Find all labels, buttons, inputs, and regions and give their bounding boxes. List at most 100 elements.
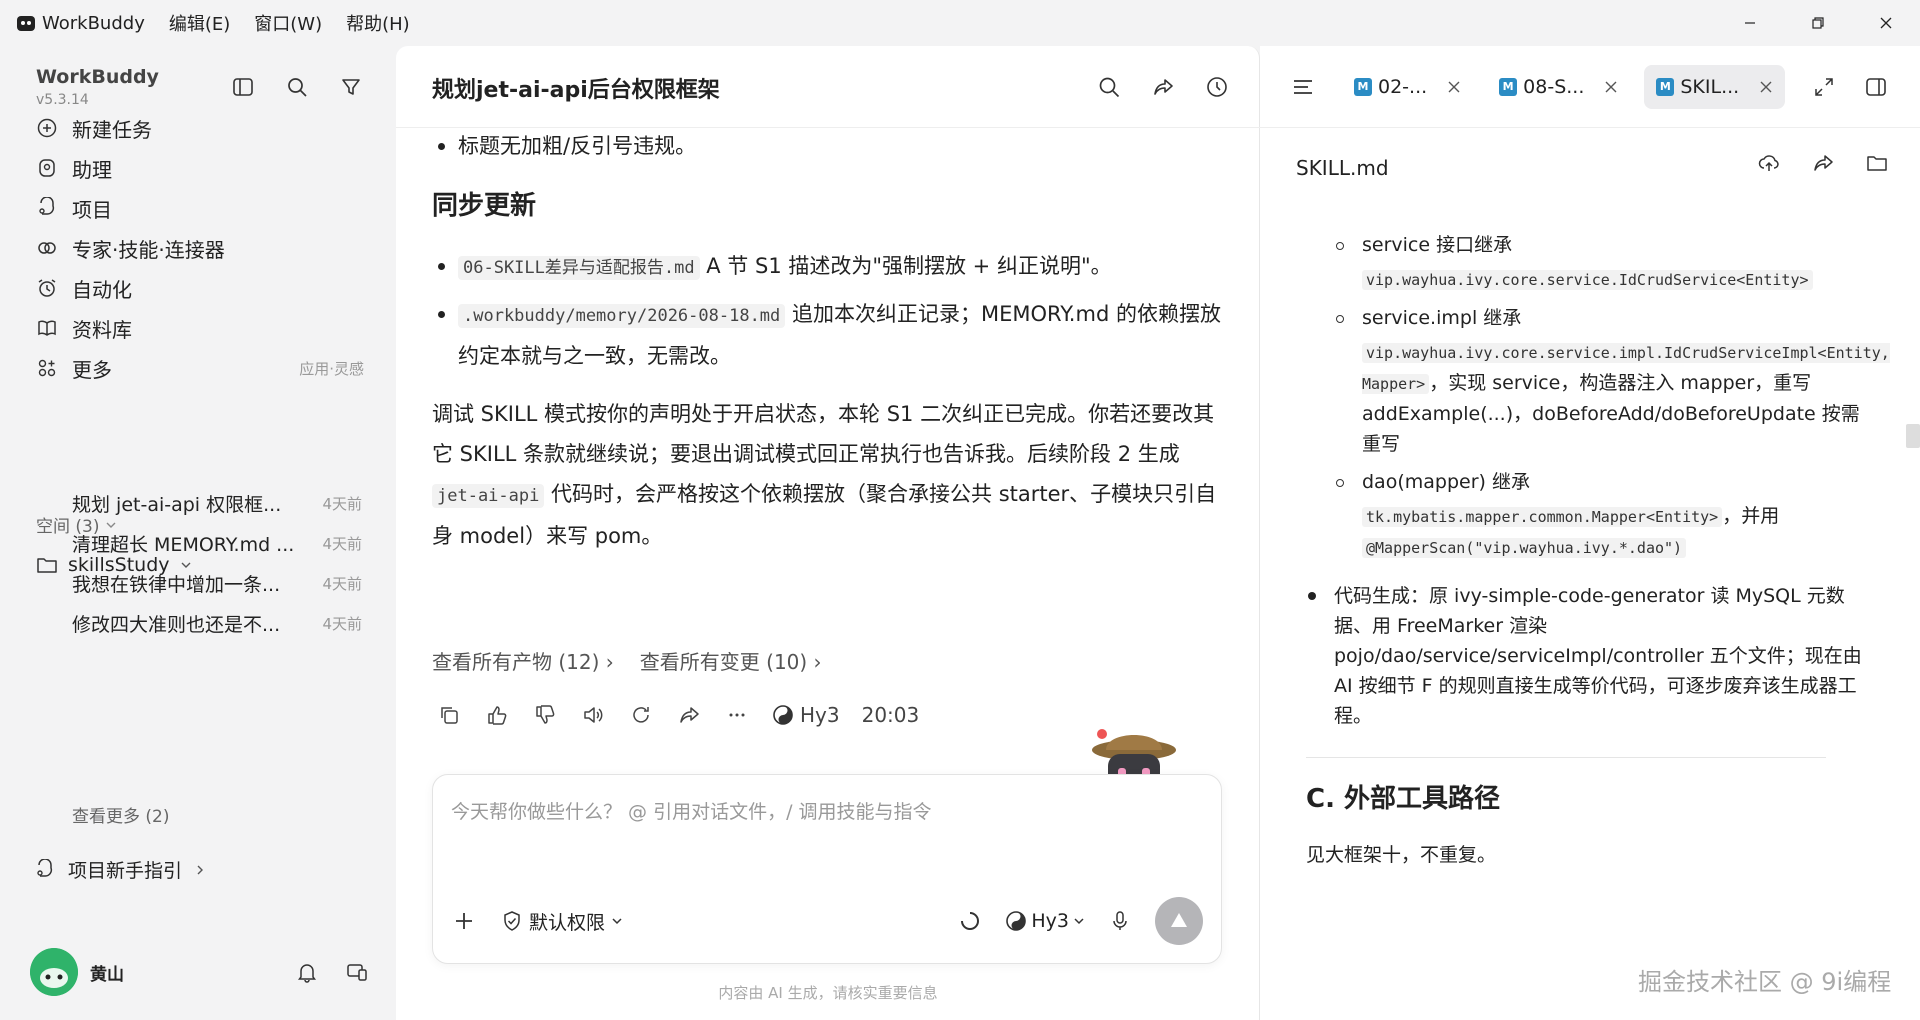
speaker-icon[interactable] bbox=[580, 702, 606, 728]
nav-automation[interactable]: 自动化 bbox=[34, 270, 364, 306]
chevron-down-icon bbox=[1074, 918, 1084, 925]
conversation-item[interactable]: 我想在铁律中增加一条... 4天前 bbox=[72, 568, 362, 598]
see-more-link[interactable]: 查看更多 (2) bbox=[72, 802, 169, 827]
share-icon[interactable] bbox=[676, 702, 702, 728]
nav-library[interactable]: 资料库 bbox=[34, 310, 364, 346]
list-item: service.impl 继承 vip.wayhua.ivy.core.serv… bbox=[1296, 303, 1890, 459]
menu-edit[interactable]: 编辑(E) bbox=[169, 10, 230, 36]
thumbs-up-icon[interactable] bbox=[484, 702, 510, 728]
nav-project[interactable]: 项目 bbox=[34, 190, 364, 226]
inline-code: vip.wayhua.ivy.core.service.IdCrudServic… bbox=[1362, 270, 1813, 290]
assistant-icon bbox=[34, 155, 60, 181]
expand-icon[interactable] bbox=[1811, 74, 1837, 100]
thumbs-down-icon[interactable] bbox=[532, 702, 558, 728]
filter-icon[interactable] bbox=[338, 74, 364, 100]
permission-dropdown[interactable]: 默认权限 bbox=[501, 908, 623, 935]
nav-label: 专家·技能·连接器 bbox=[72, 237, 225, 262]
chat-panel: 规划jet-ai-api后台权限框架 标题无加粗/反引号违规。 同步更新 06-… bbox=[396, 46, 1260, 1020]
section-heading: 同步更新 bbox=[432, 191, 537, 221]
brand-name: WorkBuddy bbox=[36, 66, 159, 88]
tab-file-08[interactable]: M 08-S... bbox=[1487, 65, 1630, 109]
scrollbar-thumb[interactable] bbox=[1906, 424, 1920, 448]
conversation-time: 4天前 bbox=[322, 494, 362, 513]
search-icon[interactable] bbox=[284, 74, 310, 100]
view-changes-link[interactable]: 查看所有变更 (10) › bbox=[640, 646, 822, 675]
nav-label: 助理 bbox=[72, 157, 112, 182]
list-item: service 接口继承 vip.wayhua.ivy.core.service… bbox=[1296, 230, 1876, 295]
message-actions: Hy3 20:03 bbox=[436, 702, 919, 728]
send-button[interactable] bbox=[1155, 897, 1203, 945]
close-icon[interactable] bbox=[1447, 80, 1461, 94]
item-text: ，并用 bbox=[1722, 505, 1780, 527]
menu-help[interactable]: 帮助(H) bbox=[346, 10, 410, 36]
page-title: 规划jet-ai-api后台权限框架 bbox=[432, 78, 720, 103]
tab-file-skill[interactable]: M SKIL... bbox=[1644, 64, 1786, 109]
tab-file-02[interactable]: M 02-... bbox=[1342, 65, 1473, 109]
nav-new-task[interactable]: 新建任务 bbox=[34, 110, 364, 146]
close-icon[interactable] bbox=[1604, 80, 1618, 94]
menu-icon[interactable] bbox=[1290, 74, 1316, 100]
loading-spinner-icon bbox=[957, 908, 983, 934]
summary-paragraph: 调试 SKILL 模式按你的声明处于开启状态，本轮 S1 二次纠正已完成。你若还… bbox=[432, 394, 1222, 556]
restore-button[interactable] bbox=[1784, 0, 1852, 46]
close-window-button[interactable] bbox=[1852, 0, 1920, 46]
app-name: WorkBuddy bbox=[42, 12, 145, 34]
view-artifacts-link[interactable]: 查看所有产物 (12) › bbox=[432, 646, 614, 675]
microphone-icon[interactable] bbox=[1107, 908, 1133, 934]
user-profile[interactable]: 黄山 bbox=[30, 946, 370, 998]
new-task-icon bbox=[34, 115, 60, 141]
nav-expert[interactable]: 专家·技能·连接器 bbox=[34, 230, 364, 266]
upload-icon[interactable] bbox=[1756, 150, 1782, 176]
project-guide-link[interactable]: 项目新手指引 bbox=[34, 856, 206, 883]
chat-header: 规划jet-ai-api后台权限框架 bbox=[396, 46, 1260, 128]
model-logo-icon bbox=[773, 705, 793, 725]
sidebar-brand: WorkBuddy v5.3.14 bbox=[36, 66, 159, 108]
sidebar: WorkBuddy v5.3.14 新建任务 助理 项目 专家·技能·连接器 自… bbox=[0, 46, 396, 1020]
copy-icon[interactable] bbox=[436, 702, 462, 728]
share-icon[interactable] bbox=[1810, 150, 1836, 176]
minimize-button[interactable] bbox=[1716, 0, 1784, 46]
inline-code: jet-ai-api bbox=[432, 484, 545, 508]
shield-check-icon bbox=[504, 911, 520, 931]
message-input[interactable]: 今天帮你做些什么？ @ 引用对话文件，/ 调用技能与指令 bbox=[451, 797, 932, 824]
list-item: 标题无加粗/反引号违规。 bbox=[432, 126, 1222, 166]
conversation-title: 我想在铁律中增加一条... bbox=[72, 573, 281, 596]
model-selector[interactable]: Hy3 bbox=[1005, 910, 1085, 932]
close-icon[interactable] bbox=[1759, 80, 1773, 94]
devices-icon[interactable] bbox=[344, 959, 370, 985]
add-attachment-icon[interactable] bbox=[451, 908, 477, 934]
nav-assistant[interactable]: 助理 bbox=[34, 150, 364, 186]
divider bbox=[1306, 757, 1826, 758]
menu-window[interactable]: 窗口(W) bbox=[254, 10, 322, 36]
list-item: 06-SKILL差异与适配报告.md A 节 S1 描述改为"强制摆放 + 纠正… bbox=[432, 246, 1222, 288]
nav-label: 更多 bbox=[72, 357, 112, 382]
bullet-text: 标题无加粗/反引号违规。 bbox=[458, 134, 697, 158]
share-icon[interactable] bbox=[1150, 74, 1176, 100]
conversation-item[interactable]: 规划 jet-ai-api 权限框... 4天前 bbox=[72, 488, 362, 518]
model-tag: Hy3 bbox=[772, 703, 840, 727]
nav-label: 资料库 bbox=[72, 317, 132, 342]
message-content: 标题无加粗/反引号违规。 同步更新 06-SKILL差异与适配报告.md A 节… bbox=[432, 128, 1222, 556]
conversation-item[interactable]: 修改四大准则也还是不... 4天前 bbox=[72, 608, 362, 638]
message-composer[interactable]: 今天帮你做些什么？ @ 引用对话文件，/ 调用技能与指令 默认权限 Hy3 bbox=[432, 774, 1222, 964]
chevron-down-icon bbox=[612, 918, 622, 925]
open-folder-icon[interactable] bbox=[1864, 150, 1890, 176]
toggle-sidebar-icon[interactable] bbox=[230, 74, 256, 100]
nav-more[interactable]: 更多 应用·灵感 bbox=[34, 350, 364, 386]
search-icon[interactable] bbox=[1096, 74, 1122, 100]
inline-code: .workbuddy/memory/2026-08-18.md bbox=[458, 304, 786, 328]
file-preview-panel: M 02-... M 08-S... M SKIL... SKILL.md servi… bbox=[1260, 46, 1920, 1020]
library-icon bbox=[34, 315, 60, 341]
toggle-panel-icon[interactable] bbox=[1863, 74, 1889, 100]
history-icon[interactable] bbox=[1204, 74, 1230, 100]
file-name: SKILL.md bbox=[1296, 156, 1389, 180]
refresh-icon[interactable] bbox=[628, 702, 654, 728]
item-text: A 节 S1 描述改为"强制摆放 + 纠正说明"。 bbox=[699, 254, 1112, 278]
guide-label: 项目新手指引 bbox=[68, 860, 183, 882]
bell-icon[interactable] bbox=[294, 959, 320, 985]
conversation-item[interactable]: 清理超长 MEMORY.md ... 4天前 bbox=[72, 528, 362, 558]
conversation-time: 4天前 bbox=[322, 614, 362, 633]
ai-disclaimer: 内容由 AI 生成，请核实重要信息 bbox=[718, 984, 938, 1002]
more-options-icon[interactable] bbox=[724, 702, 750, 728]
app-version: v5.3.14 bbox=[36, 92, 89, 108]
